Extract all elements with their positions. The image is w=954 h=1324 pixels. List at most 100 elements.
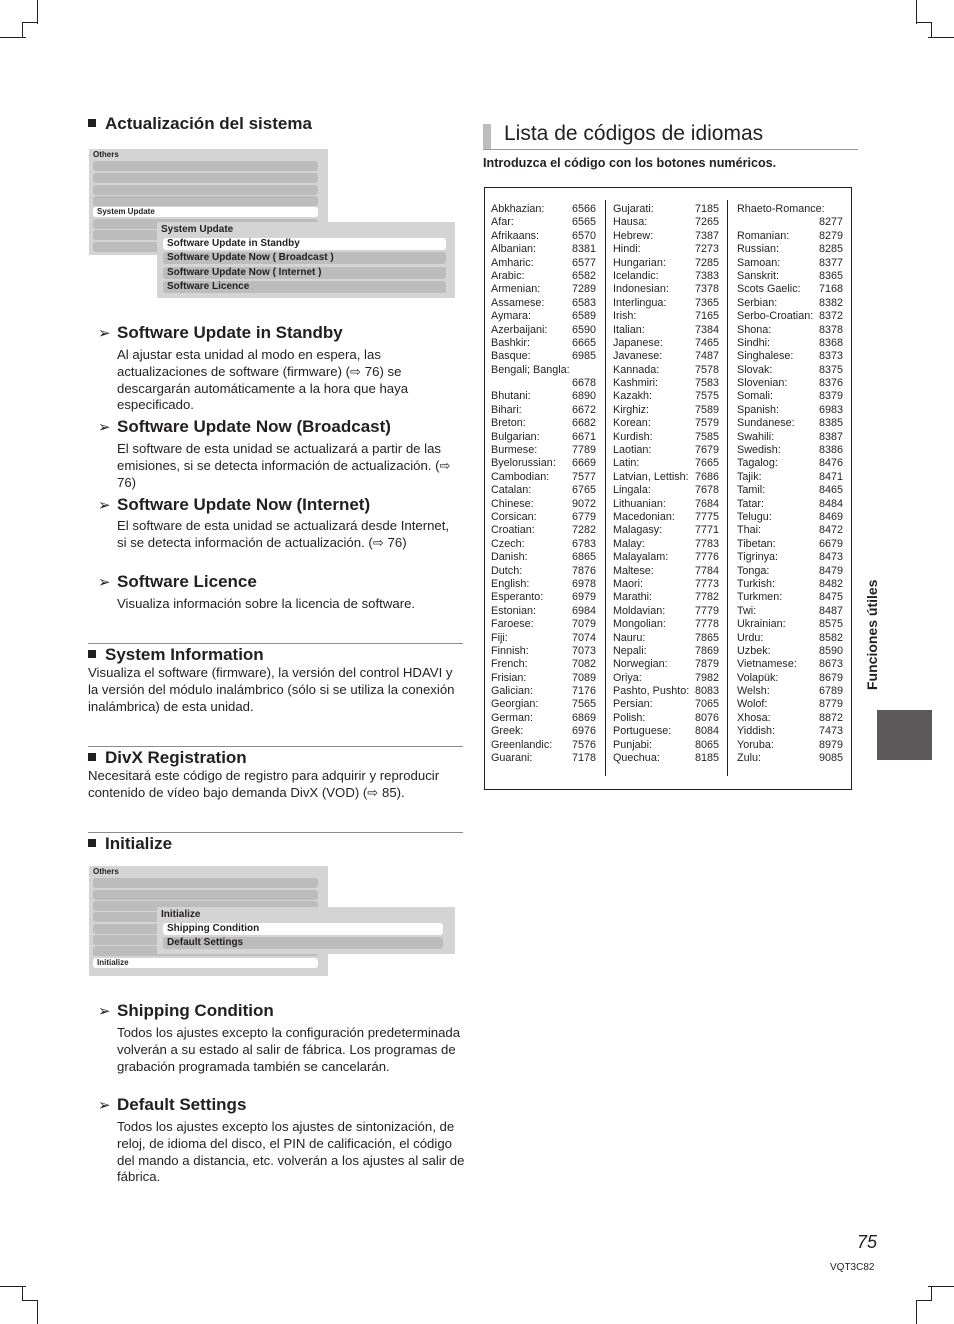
popup-title: System Update	[161, 224, 234, 235]
subheading-licence: ➢ Software Licence	[98, 572, 257, 591]
language-entry: Cambodian: 7577	[491, 471, 596, 484]
language-name: Faroese:	[491, 618, 534, 631]
arrow-bullet-icon: ➢	[98, 574, 111, 591]
language-entry: Latvian, Lettish: 7686	[613, 471, 719, 484]
language-entry: Punjabi: 8065	[613, 739, 719, 752]
language-code: 8487	[818, 604, 843, 617]
section-title-initialize: Initialize	[88, 834, 172, 854]
language-name: Galician:	[491, 685, 534, 698]
language-entry: Corsican: 6779	[491, 511, 596, 524]
language-column: Abkhazian: 6566 Afar: 6565 Afrikaans: 6570 Alb…	[491, 203, 596, 765]
subheading-standby: ➢ Software Update in Standby	[98, 323, 343, 342]
language-entry: Nauru: 7865	[613, 632, 719, 645]
language-name: Polish:	[613, 711, 646, 724]
language-name: Russian:	[737, 243, 780, 256]
paragraph-licence: Visualiza información sobre la licencia …	[117, 596, 416, 611]
language-name: Portuguese:	[613, 725, 672, 738]
language-entry: Czech: 6783	[491, 538, 596, 551]
language-name: Malayalam:	[613, 551, 669, 564]
language-entry: Burmese: 7789	[491, 444, 596, 457]
language-code: 7576	[571, 738, 596, 751]
language-entry: Danish: 6865	[491, 551, 596, 564]
language-name: Georgian:	[491, 698, 539, 711]
language-entry: Galician: 7176	[491, 685, 596, 698]
language-name: Latin:	[613, 457, 640, 470]
language-entry: Hausa: 7265	[613, 216, 719, 229]
language-name: Shona:	[737, 323, 772, 336]
language-code: 8076	[694, 711, 719, 724]
language-name: Gujarati:	[613, 203, 654, 215]
language-code: 6783	[571, 537, 596, 550]
language-entry: Hindi: 7273	[613, 243, 719, 256]
language-code: 7982	[694, 671, 719, 684]
language-code: 8386	[818, 444, 843, 457]
popup-row-selected: Shipping Condition	[163, 923, 443, 935]
language-name: Hebrew:	[613, 229, 654, 242]
language-entry: Thai: 8472	[737, 524, 843, 537]
language-code: 7678	[694, 484, 719, 497]
language-entry: Wolof: 8779	[737, 698, 843, 711]
language-entry: Turkmen: 8475	[737, 591, 843, 604]
language-code: 6976	[571, 725, 596, 738]
language-entry: Tamil: 8465	[737, 484, 843, 497]
menu-row	[93, 161, 318, 171]
language-code: 6765	[571, 484, 596, 497]
page-title: Lista de códigos de idiomas	[504, 122, 764, 145]
language-name: Oriya:	[613, 671, 642, 684]
language-code: 7265	[694, 216, 719, 229]
language-code: 6869	[571, 711, 596, 724]
language-entry: Indonesian: 7378	[613, 283, 719, 296]
language-name: Frisian:	[491, 671, 527, 684]
language-name: Laotian:	[613, 444, 652, 457]
language-code: 8065	[694, 738, 719, 751]
language-code: 7383	[694, 269, 719, 282]
language-code: 9072	[571, 497, 596, 510]
language-entry: Breton: 6682	[491, 417, 596, 430]
language-name: Romanian:	[737, 229, 790, 242]
language-code: 7575	[694, 390, 719, 403]
language-code: 6682	[571, 417, 596, 430]
language-code: 6978	[571, 577, 596, 590]
language-entry: Kannada: 7578	[613, 364, 719, 377]
arrow-bullet-icon: ➢	[98, 325, 111, 342]
language-code: 8377	[818, 256, 843, 269]
language-name: Nepali:	[613, 644, 647, 657]
language-entry: Romanian: 8279	[737, 230, 843, 243]
bullet-square-icon	[88, 118, 96, 127]
language-code: 8368	[818, 336, 843, 349]
language-code: 7869	[694, 644, 719, 657]
paragraph-standby: Al ajustar esta unidad al modo en espera…	[117, 347, 409, 413]
language-entry: Abkhazian: 6566	[491, 203, 596, 216]
language-codes-intro: Introduzca el código con los botones num…	[483, 156, 777, 170]
language-entry: Tatar: 8484	[737, 498, 843, 511]
language-code: 8083	[694, 685, 719, 698]
language-name: Bihari:	[491, 403, 522, 416]
language-entry: Bashkir: 6665	[491, 337, 596, 350]
language-code: 6890	[571, 390, 596, 403]
language-entry: Assamese: 6583	[491, 297, 596, 310]
language-name: Wolof:	[737, 698, 768, 711]
language-name: Turkish:	[737, 577, 775, 590]
language-code: 8473	[818, 551, 843, 564]
language-name: Vietnamese:	[737, 658, 797, 671]
language-entry: Arabic: 6582	[491, 270, 596, 283]
language-code: 6679	[818, 537, 843, 550]
language-name: Samoan:	[737, 256, 781, 269]
language-name: Tigrinya:	[737, 551, 778, 564]
language-entry: Azerbaijani: 6590	[491, 324, 596, 337]
language-code: 7065	[694, 698, 719, 711]
language-code: 6984	[571, 604, 596, 617]
language-entry: Basque: 6985	[491, 350, 596, 363]
language-name: Hungarian:	[613, 256, 666, 269]
language-name: Sindhi:	[737, 336, 771, 349]
language-entry: Swedish: 8386	[737, 444, 843, 457]
language-code: 8476	[818, 457, 843, 470]
language-entry: Scots Gaelic: 7168	[737, 283, 843, 296]
language-entry: Slovak: 8375	[737, 364, 843, 377]
language-code: 8471	[818, 470, 843, 483]
language-code: 7079	[571, 618, 596, 631]
crop-mark	[916, 1300, 932, 1301]
language-entry: French: 7082	[491, 658, 596, 671]
language-code: 8277	[818, 216, 843, 229]
language-code: 7089	[571, 671, 596, 684]
